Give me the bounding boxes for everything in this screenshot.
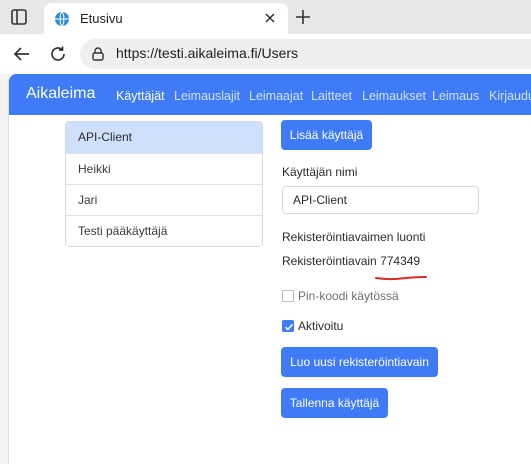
- username-label: Käyttäjän nimi: [282, 165, 358, 179]
- nav-link-stamp[interactable]: Leimaus: [432, 89, 479, 103]
- pin-code-checkbox[interactable]: [282, 290, 294, 302]
- registration-key-label: Rekisteröintiavain: [282, 254, 377, 268]
- tab-actions-icon[interactable]: [10, 8, 28, 26]
- activated-checkbox[interactable]: [282, 320, 294, 332]
- user-list-item[interactable]: Jari: [66, 184, 262, 215]
- address-url: https://testi.aikaleima.fi/Users: [116, 45, 299, 61]
- add-user-button[interactable]: Lisää käyttäjä: [281, 120, 372, 150]
- registration-heading: Rekisteröintiavaimen luonti: [282, 230, 426, 244]
- activated-label[interactable]: Aktivoitu: [298, 319, 343, 333]
- user-list-item[interactable]: API-Client: [66, 122, 262, 153]
- annotation-underline: [375, 268, 427, 281]
- navbar-brand[interactable]: Aikaleima: [26, 85, 95, 103]
- user-list-item[interactable]: Testi pääkäyttäjä: [66, 215, 262, 246]
- username-input[interactable]: API-Client: [282, 186, 479, 214]
- registration-key-value: 774349: [380, 254, 421, 268]
- page-viewport: Aikaleima Käyttäjät Leimauslajit Leimaaj…: [8, 74, 531, 464]
- nav-link-stampers[interactable]: Leimaajat: [249, 89, 303, 103]
- browser-tab-strip: Etusivu: [0, 0, 531, 35]
- user-list: API-Client Heikki Jari Testi pääkäyttäjä: [65, 121, 263, 247]
- generate-registration-key-button[interactable]: Luo uusi rekisteröintiavain: [281, 347, 438, 377]
- user-list-item[interactable]: Heikki: [66, 153, 262, 184]
- browser-toolbar: https://testi.aikaleima.fi/Users: [0, 34, 531, 74]
- pin-code-label[interactable]: Pin-koodi käytössä: [298, 289, 399, 303]
- globe-icon: [54, 11, 70, 27]
- registration-key-row: Rekisteröintiavain 774349: [282, 254, 420, 268]
- save-user-button[interactable]: Tallenna käyttäjä: [281, 388, 388, 418]
- tab-title: Etusivu: [80, 11, 123, 26]
- new-tab-icon[interactable]: [294, 8, 312, 26]
- checkmark-icon: [284, 323, 294, 331]
- nav-link-users[interactable]: Käyttäjät: [116, 89, 165, 103]
- nav-link-login[interactable]: Kirjaudu: [489, 89, 531, 103]
- close-tab-icon[interactable]: [262, 10, 278, 26]
- nav-link-stamps[interactable]: Leimaukset: [362, 89, 426, 103]
- nav-link-devices[interactable]: Laitteet: [311, 89, 352, 103]
- back-arrow-icon[interactable]: [12, 44, 32, 64]
- address-bar[interactable]: https://testi.aikaleima.fi/Users: [80, 39, 531, 69]
- site-info-icon[interactable]: [90, 46, 106, 62]
- reload-icon[interactable]: [48, 44, 68, 64]
- nav-link-stamp-types[interactable]: Leimauslajit: [174, 89, 240, 103]
- top-navbar: Aikaleima Käyttäjät Leimauslajit Leimaaj…: [9, 74, 531, 115]
- browser-tab[interactable]: Etusivu: [44, 3, 288, 35]
